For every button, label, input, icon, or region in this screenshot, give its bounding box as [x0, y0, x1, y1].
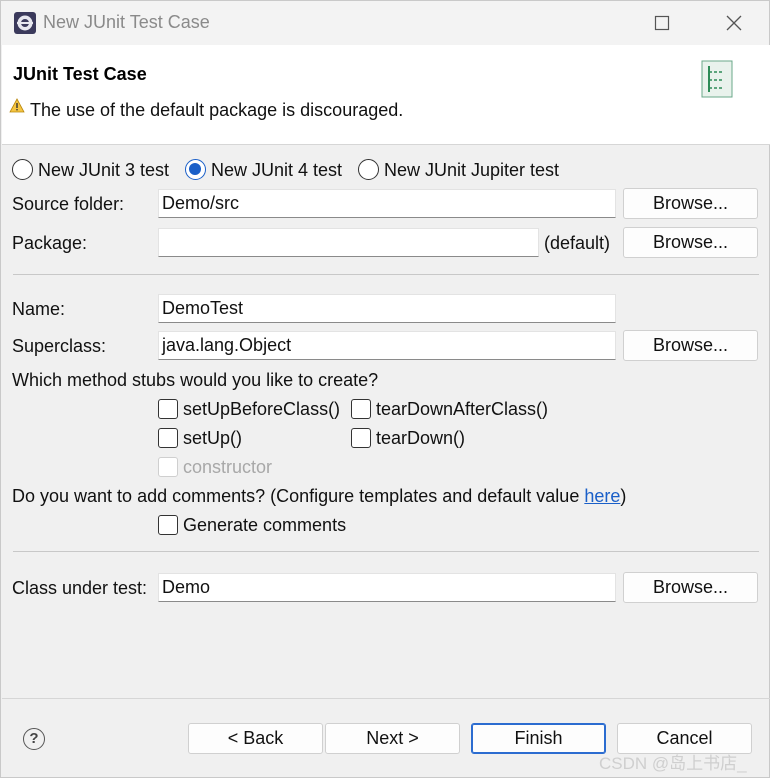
source-folder-input[interactable]: Demo/src: [158, 189, 616, 218]
separator: [13, 551, 759, 552]
method-stubs-question: Which method stubs would you like to cre…: [12, 370, 379, 390]
junit3-radio[interactable]: [12, 159, 33, 180]
class-under-test-input[interactable]: Demo: [158, 573, 616, 602]
back-button[interactable]: < Back: [188, 723, 323, 754]
configure-templates-link[interactable]: here: [584, 486, 620, 506]
footer-separator: [2, 698, 770, 699]
generate-comments-checkbox[interactable]: [158, 515, 178, 535]
teardown-after-class-checkbox[interactable]: [351, 399, 371, 419]
package-input[interactable]: [158, 228, 539, 257]
junit-wizard-icon: [701, 60, 733, 98]
class-under-test-browse-button[interactable]: Browse...: [623, 572, 758, 603]
setup-checkbox[interactable]: [158, 428, 178, 448]
close-button[interactable]: [711, 8, 757, 38]
package-default-label: (default): [544, 233, 611, 253]
eclipse-app-icon: [14, 12, 36, 34]
maximize-button[interactable]: [639, 8, 685, 38]
name-input[interactable]: DemoTest: [158, 294, 616, 323]
wizard-header: JUnit Test Case The use of the default p…: [2, 45, 770, 145]
warning-icon: [9, 98, 25, 113]
constructor-checkbox[interactable]: [158, 457, 178, 477]
teardown-label: tearDown(): [376, 428, 466, 448]
finish-button[interactable]: Finish: [471, 723, 606, 754]
class-under-test-label: Class under test:: [12, 578, 148, 598]
csdn-watermark: CSDN @岛上书店_: [599, 754, 747, 773]
comments-question: Do you want to add comments? (Configure …: [12, 486, 626, 507]
teardown-checkbox[interactable]: [351, 428, 371, 448]
setup-before-class-checkbox[interactable]: [158, 399, 178, 419]
close-icon: [726, 15, 742, 31]
junit-jupiter-radio[interactable]: [358, 159, 379, 180]
superclass-label: Superclass:: [12, 336, 107, 356]
name-label: Name:: [12, 299, 66, 319]
wizard-message: The use of the default package is discou…: [30, 100, 404, 120]
help-icon[interactable]: ?: [23, 728, 45, 750]
setup-label: setUp(): [183, 428, 243, 448]
setup-before-class-label: setUpBeforeClass(): [183, 399, 341, 419]
junit4-label: New JUnit 4 test: [211, 160, 343, 180]
constructor-label: constructor: [183, 457, 273, 477]
source-folder-browse-button[interactable]: Browse...: [623, 188, 758, 219]
junit-jupiter-label: New JUnit Jupiter test: [384, 160, 560, 180]
generate-comments-label: Generate comments: [183, 515, 347, 535]
package-label: Package:: [12, 233, 88, 253]
wizard-title: JUnit Test Case: [13, 64, 147, 84]
comments-question-suffix: ): [620, 486, 627, 506]
maximize-icon: [654, 15, 670, 31]
package-browse-button[interactable]: Browse...: [623, 227, 758, 258]
title-bar: New JUnit Test Case: [1, 1, 769, 45]
teardown-after-class-label: tearDownAfterClass(): [376, 399, 549, 419]
junit4-radio[interactable]: [185, 159, 206, 180]
comments-question-text: Do you want to add comments? (Configure …: [12, 486, 585, 506]
superclass-input[interactable]: java.lang.Object: [158, 331, 616, 360]
window-title: New JUnit Test Case: [43, 12, 210, 32]
separator: [13, 274, 759, 275]
superclass-browse-button[interactable]: Browse...: [623, 330, 758, 361]
dialog-window: New JUnit Test Case JUnit Test Case The …: [0, 0, 770, 778]
next-button[interactable]: Next >: [325, 723, 460, 754]
junit3-label: New JUnit 3 test: [38, 160, 170, 180]
source-folder-label: Source folder:: [12, 194, 125, 214]
